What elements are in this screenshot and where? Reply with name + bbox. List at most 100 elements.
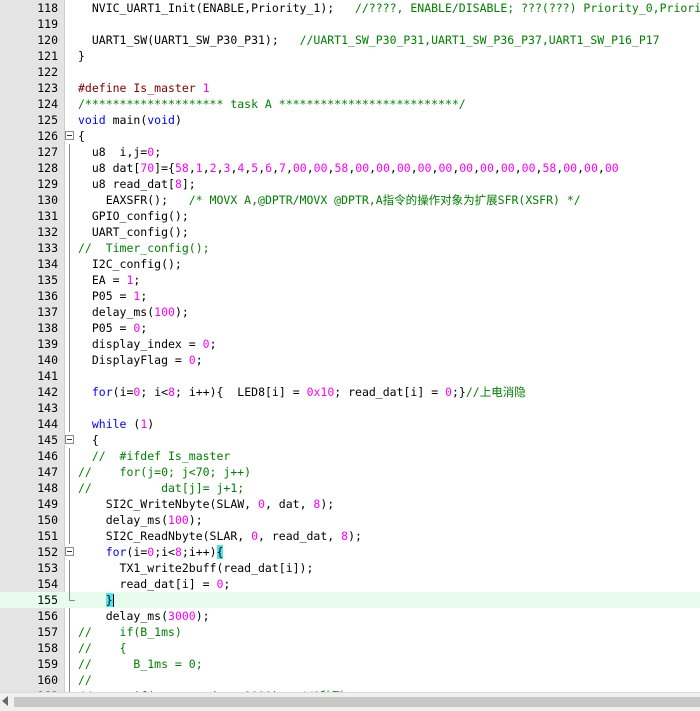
code-text[interactable]: // dat[j]= j+1; <box>78 480 244 496</box>
code-line[interactable]: 143 <box>0 400 700 416</box>
fold-guide-line <box>69 528 70 544</box>
code-line[interactable]: 120 UART1_SW(UART1_SW_P30_P31); //UART1_… <box>0 32 700 48</box>
code-text[interactable]: u8 i,j=0; <box>78 144 161 160</box>
code-line[interactable]: 157 // if(B_1ms) <box>0 624 700 640</box>
code-text[interactable]: // <box>78 672 92 688</box>
code-text[interactable]: /******************** task A ***********… <box>78 96 466 112</box>
code-line[interactable]: 142 for(i= 0 ; i<8; i++){ LED8[i] = 0x10; … <box>0 384 700 400</box>
fold-collapse-icon[interactable] <box>65 547 74 556</box>
code-text[interactable]: // #ifdef Is_master <box>78 448 230 464</box>
code-text[interactable]: #define Is_master 1 <box>78 80 210 96</box>
code-line[interactable]: 124 /******************** task A ********… <box>0 96 700 112</box>
code-text[interactable]: { <box>78 432 99 448</box>
code-line[interactable]: 125 void main(void) <box>0 112 700 128</box>
code-text[interactable]: delay_ms(100); <box>78 512 203 528</box>
code-text[interactable]: } <box>78 48 85 64</box>
code-line[interactable]: 146 // #ifdef Is_master <box>0 448 700 464</box>
code-line[interactable]: 118 NVIC_UART1_Init(ENABLE,Priority_1); … <box>0 0 700 16</box>
code-line[interactable]: 136 P05 = 1; <box>0 288 700 304</box>
fold-collapse-icon[interactable] <box>65 435 74 444</box>
code-text[interactable]: { <box>78 128 85 144</box>
code-text[interactable]: } <box>78 592 114 608</box>
code-text[interactable]: // for(j=0; j<70; j++) <box>78 464 251 480</box>
code-line[interactable]: 144 while (1) <box>0 416 700 432</box>
code-token: UART_config(); <box>78 225 189 239</box>
code-line[interactable]: 147 // for(j=0; j<70; j++) <box>0 464 700 480</box>
code-line[interactable]: 140 DisplayFlag = 0; <box>0 352 700 368</box>
code-text[interactable]: read_dat[i] = 0; <box>78 576 231 592</box>
code-text[interactable]: delay_ms(100); <box>78 304 189 320</box>
code-editor[interactable]: 118 NVIC_UART1_Init(ENABLE,Priority_1); … <box>0 0 700 692</box>
code-line[interactable]: 137 delay_ms(100); <box>0 304 700 320</box>
code-token: main( <box>105 113 148 127</box>
code-line[interactable]: 128 u8 dat[70]={58,1,2,3,4,5,6,7,00,00,5… <box>0 160 700 176</box>
code-line[interactable]: 139 display_index = 0; <box>0 336 700 352</box>
code-text[interactable]: P05 = 1; <box>78 288 147 304</box>
code-line[interactable]: 148 // dat[j]= j+1; <box>0 480 700 496</box>
code-line[interactable]: 126 { <box>0 128 700 144</box>
code-text[interactable]: UART_config(); <box>78 224 189 240</box>
number-token: 0 <box>188 353 196 367</box>
horizontal-scrollbar[interactable] <box>0 692 700 711</box>
code-text[interactable]: u8 dat[70]={58,1,2,3,4,5,6,7,00,00,58,00… <box>78 160 619 176</box>
code-text[interactable]: // B_1ms = 0; <box>78 656 203 672</box>
code-text[interactable]: NVIC_UART1_Init(ENABLE,Priority_1); //??… <box>78 0 700 16</box>
code-line[interactable]: 119 <box>0 16 700 32</box>
code-line[interactable]: 129 u8 read_dat[8]; <box>0 176 700 192</box>
code-text[interactable]: for(i= 0 ; i<8; i++){ LED8[i] = 0x10; read… <box>78 384 526 400</box>
code-line[interactable]: 151 SI2C_ReadNbyte(SLAR, 0, read_dat, 8)… <box>0 528 700 544</box>
code-line[interactable]: 152 for(i=0;i<8;i++){ <box>0 544 700 560</box>
code-text[interactable]: display_index = 0; <box>78 336 217 352</box>
fold-collapse-icon[interactable] <box>65 131 74 140</box>
code-line[interactable]: 149 SI2C_WriteNbyte(SLAW, 0, dat, 8); <box>0 496 700 512</box>
code-line[interactable]: 132 UART_config(); <box>0 224 700 240</box>
current-code-line[interactable]: 155 } <box>0 592 700 608</box>
code-line[interactable]: 153 TX1_write2buff(read_dat[i]); <box>0 560 700 576</box>
code-text[interactable]: // Timer_config(); <box>78 240 210 256</box>
code-line[interactable]: 150 delay_ms(100); <box>0 512 700 528</box>
arrow-left-icon[interactable] <box>2 696 8 706</box>
code-text[interactable]: delay_ms(3000); <box>78 608 210 624</box>
code-line[interactable]: 159 // B_1ms = 0; <box>0 656 700 672</box>
code-line[interactable]: 133 // Timer_config(); <box>0 240 700 256</box>
line-number: 138 <box>37 321 58 335</box>
code-line[interactable]: 135 EA = 1; <box>0 272 700 288</box>
code-text[interactable]: SI2C_WriteNbyte(SLAW, 0, dat, 8); <box>78 496 335 512</box>
code-token: ) <box>174 113 182 127</box>
code-line[interactable]: 130 EAXSFR(); /* MOVX A,@DPTR/MOVX @DPTR… <box>0 192 700 208</box>
code-text[interactable]: u8 read_dat[8]; <box>78 176 196 192</box>
code-text[interactable]: DisplayFlag = 0; <box>78 352 203 368</box>
code-line[interactable]: 138 P05 = 0; <box>0 320 700 336</box>
line-number: 142 <box>37 385 58 399</box>
code-text[interactable]: TX1_write2buff(read_dat[i]); <box>78 560 314 576</box>
code-text[interactable]: UART1_SW(UART1_SW_P30_P31); //UART1_SW_P… <box>78 32 660 48</box>
code-text[interactable]: EA = 1; <box>78 272 141 288</box>
code-line[interactable]: 154 read_dat[i] = 0; <box>0 576 700 592</box>
code-line[interactable]: 127 u8 i,j=0; <box>0 144 700 160</box>
fold-guide-line <box>69 400 70 416</box>
code-text[interactable]: P05 = 0; <box>78 320 147 336</box>
code-line[interactable]: 123 #define Is_master 1 <box>0 80 700 96</box>
code-line[interactable]: 160 // <box>0 672 700 688</box>
code-line[interactable]: 121} <box>0 48 700 64</box>
code-text[interactable]: // if(B_1ms) <box>78 624 182 640</box>
code-text[interactable]: void main(void) <box>78 112 182 128</box>
code-line[interactable]: 141 <box>0 368 700 384</box>
code-line[interactable]: 122 <box>0 64 700 80</box>
code-line[interactable]: 145 { <box>0 432 700 448</box>
code-line[interactable]: 158 // { <box>0 640 700 656</box>
code-text[interactable]: // { <box>78 640 126 656</box>
code-token: (i= <box>112 385 134 399</box>
code-line[interactable]: 156 delay_ms(3000); <box>0 608 700 624</box>
code-line[interactable]: 131 GPIO_config(); <box>0 208 700 224</box>
code-text[interactable]: while (1) <box>78 416 154 432</box>
code-text[interactable]: EAXSFR(); /* MOVX A,@DPTR/MOVX @DPTR,A指令… <box>78 192 581 208</box>
code-text[interactable]: SI2C_ReadNbyte(SLAR, 0, read_dat, 8); <box>78 528 362 544</box>
code-line[interactable]: 134 I2C_config(); <box>0 256 700 272</box>
code-text[interactable]: for(i=0;i<8;i++){ <box>78 544 224 560</box>
code-text[interactable]: GPIO_config(); <box>78 208 189 224</box>
code-text[interactable]: I2C_config(); <box>78 256 182 272</box>
scrollbar-thumb[interactable] <box>14 697 700 707</box>
line-number: 135 <box>37 273 58 287</box>
